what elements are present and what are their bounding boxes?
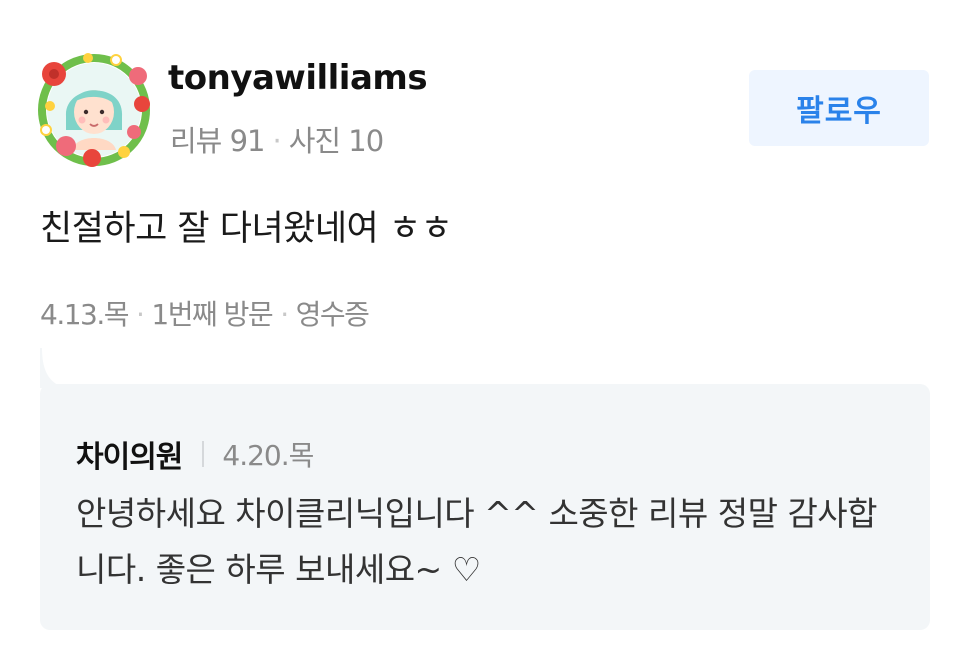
avatar[interactable] <box>30 46 162 174</box>
user-stats: 리뷰 91 · 사진 10 <box>170 118 384 160</box>
review-body: 친절하고 잘 다녀왔네여 ㅎㅎ <box>40 209 453 249</box>
reply-box: 차이의원 4.20.목 안녕하세요 차이클리닉입니다 ^^ 소중한 리뷰 정말 … <box>40 384 930 630</box>
stats-separator: · <box>272 124 281 158</box>
visit-date: 4.13.목 <box>40 298 130 331</box>
review-meta: 4.13.목 · 1번째 방문 · 영수증 <box>40 293 370 333</box>
review-count: 리뷰 91 <box>170 124 265 158</box>
owner-reply: 차이의원 4.20.목 안녕하세요 차이클리닉입니다 ^^ 소중한 리뷰 정말 … <box>40 348 930 630</box>
reply-text: 안녕하세요 차이클리닉입니다 ^^ 소중한 리뷰 정말 감사합니다. 좋은 하루… <box>76 494 878 589</box>
reply-tail <box>40 348 66 388</box>
reply-divider <box>202 441 205 467</box>
meta-separator: · <box>280 298 289 331</box>
photo-count: 사진 10 <box>288 124 384 158</box>
reply-owner-name: 차이의원 <box>76 440 183 475</box>
visit-count: 1번째 방문 <box>151 298 273 331</box>
reply-date: 4.20.목 <box>222 439 314 472</box>
receipt-badge: 영수증 <box>295 298 370 331</box>
username[interactable]: tonyawilliams <box>168 58 428 98</box>
follow-button[interactable]: 팔로우 <box>749 70 929 146</box>
meta-separator: · <box>136 298 145 331</box>
reply-header: 차이의원 4.20.목 <box>76 432 314 476</box>
